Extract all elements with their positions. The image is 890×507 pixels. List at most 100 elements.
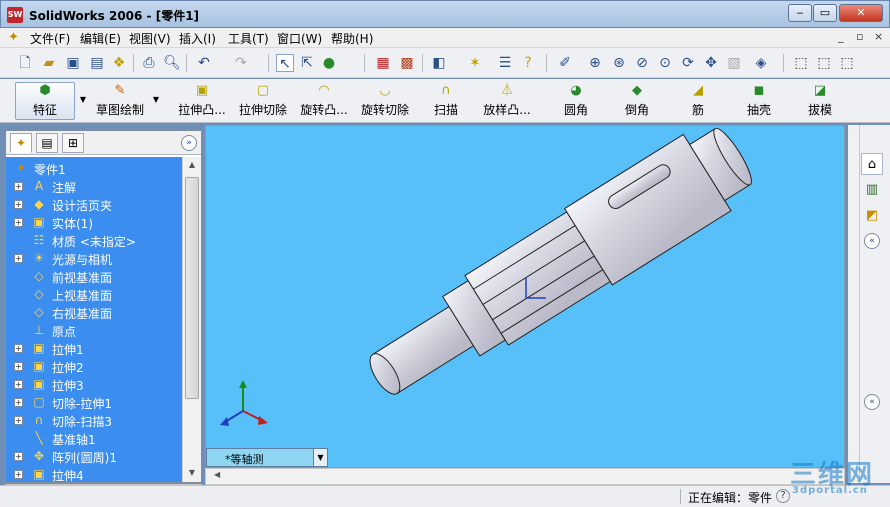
tree-item[interactable]: ◇ 前视基准面: [6, 267, 182, 285]
tree-vertical-scrollbar[interactable]: ▲ ▼: [182, 157, 201, 482]
tree-item[interactable]: + ◆ 设计活页夹: [6, 195, 182, 213]
make-drawing-icon[interactable]: ❖: [110, 54, 128, 72]
menu-tools[interactable]: 工具(T): [228, 30, 269, 47]
tree-item[interactable]: + ✥ 阵列(圆周)1: [6, 447, 182, 465]
expand-icon[interactable]: +: [14, 416, 23, 425]
measure-icon[interactable]: ✶: [466, 54, 484, 72]
expand-pane-icon[interactable]: «: [864, 233, 880, 249]
solidworks-logo-icon[interactable]: ✦: [8, 30, 24, 46]
draft-button[interactable]: ◪ 拔模: [797, 81, 843, 121]
loft-boss-button[interactable]: ⏃ 放样凸...: [480, 81, 534, 121]
tree-item[interactable]: + ▣ 拉伸4: [6, 465, 182, 482]
hidden-lines-icon[interactable]: ⬚: [815, 54, 833, 72]
mdi-close-button[interactable]: ×: [874, 30, 883, 43]
expand-icon[interactable]: +: [14, 254, 23, 263]
pan-icon[interactable]: ✥: [702, 54, 720, 72]
maximize-button[interactable]: ▭: [813, 4, 837, 22]
options-icon[interactable]: ☰: [496, 54, 514, 72]
rebuild-icon[interactable]: ●: [320, 54, 338, 72]
open-icon[interactable]: ▰: [40, 54, 58, 72]
section-view-icon[interactable]: ◧: [430, 54, 448, 72]
print-preview-icon[interactable]: ▤: [88, 54, 106, 72]
expand-icon[interactable]: +: [14, 182, 23, 191]
revolve-boss-button[interactable]: ◠ 旋转凸...: [297, 81, 351, 121]
menu-insert[interactable]: 插入(I): [179, 30, 216, 47]
tree-item[interactable]: + ∩ 切除-扫描3: [6, 411, 182, 429]
tree-item[interactable]: ⊥ 原点: [6, 321, 182, 339]
tree-item[interactable]: + ▣ 实体(1): [6, 213, 182, 231]
configuration-manager-tab-icon[interactable]: ⊞: [62, 133, 84, 153]
extrude-cut-button[interactable]: ▢ 拉伸切除: [236, 81, 290, 121]
3d-drawing-view-icon[interactable]: ▧: [725, 54, 743, 72]
shell-button[interactable]: ◼ 抽壳: [736, 81, 782, 121]
zoom-in-out-icon[interactable]: ⊘: [633, 54, 651, 72]
scroll-thumb[interactable]: [185, 177, 199, 399]
status-help-icon[interactable]: ?: [776, 489, 790, 503]
home-icon[interactable]: ⌂: [861, 153, 883, 175]
print-icon[interactable]: ⎙: [140, 54, 158, 72]
menu-window[interactable]: 窗口(W): [277, 30, 322, 47]
tree-item[interactable]: ◇ 上视基准面: [6, 285, 182, 303]
appearance-icon[interactable]: ✐: [556, 54, 574, 72]
property-manager-tab-icon[interactable]: ▤: [36, 133, 58, 153]
rotate-icon[interactable]: ⟳: [679, 54, 697, 72]
revolve-cut-button[interactable]: ◡ 旋转切除: [358, 81, 412, 121]
chevron-down-icon[interactable]: ▼: [313, 449, 327, 466]
menu-view[interactable]: 视图(V): [129, 30, 171, 47]
tree-item[interactable]: + ▣ 拉伸1: [6, 339, 182, 357]
graphics-horizontal-scrollbar[interactable]: ◀: [205, 468, 845, 485]
fillet-button[interactable]: ◕ 圆角: [553, 81, 599, 121]
view-name-dropdown[interactable]: *等轴测 ▼: [206, 448, 328, 467]
expand-icon[interactable]: +: [14, 452, 23, 461]
view-orientation-icon[interactable]: ◈: [752, 54, 770, 72]
menu-file[interactable]: 文件(F): [30, 30, 70, 47]
collapse-panel-icon[interactable]: »: [181, 135, 197, 151]
zoom-to-fit-icon[interactable]: ⊕: [586, 54, 604, 72]
features-tab-button[interactable]: ⬢ 特征: [15, 81, 75, 121]
minimize-button[interactable]: ‒: [788, 4, 812, 22]
features-tab-dropdown[interactable]: ▼: [77, 81, 89, 121]
expand-icon[interactable]: +: [14, 344, 23, 353]
redo-icon[interactable]: ↷: [232, 54, 250, 72]
feature-tree-tab-icon[interactable]: ✦: [10, 133, 32, 153]
graphics-area[interactable]: [205, 125, 845, 468]
tree-item[interactable]: + ▢ 切除-拉伸1: [6, 393, 182, 411]
expand-pane-bottom-icon[interactable]: «: [864, 394, 880, 410]
tree-item[interactable]: ╲ 基准轴1: [6, 429, 182, 447]
expand-icon[interactable]: +: [14, 470, 23, 479]
extrude-boss-button[interactable]: ▣ 拉伸凸...: [175, 81, 229, 121]
expand-icon[interactable]: +: [14, 362, 23, 371]
file-explorer-icon[interactable]: ◩: [861, 205, 883, 227]
tree-item[interactable]: + ☀ 光源与相机: [6, 249, 182, 267]
menu-edit[interactable]: 编辑(E): [80, 30, 121, 47]
help-icon[interactable]: ?: [519, 54, 537, 72]
part-model[interactable]: [206, 126, 845, 468]
sweep-button[interactable]: ∩ 扫描: [421, 81, 471, 121]
expand-icon[interactable]: +: [14, 200, 23, 209]
texture-icon[interactable]: ▩: [398, 54, 416, 72]
tree-root[interactable]: ✦ 零件1: [6, 159, 182, 177]
preview-icon[interactable]: 🔍︎: [163, 54, 181, 72]
tree-item[interactable]: ☷ 材质 <未指定>: [6, 231, 182, 249]
scroll-left-icon[interactable]: ◀: [214, 470, 220, 479]
sketch-tab-dropdown[interactable]: ▼: [150, 81, 162, 121]
zoom-selection-icon[interactable]: ⊙: [656, 54, 674, 72]
expand-icon[interactable]: +: [14, 380, 23, 389]
tree-item[interactable]: + ▣ 拉伸2: [6, 357, 182, 375]
tree-item[interactable]: + ▣ 拉伸3: [6, 375, 182, 393]
scroll-down-icon[interactable]: ▼: [183, 465, 201, 481]
expand-icon[interactable]: +: [14, 398, 23, 407]
rib-button[interactable]: ◢ 筋: [675, 81, 721, 121]
select-other-icon[interactable]: ⇱: [298, 54, 316, 72]
wireframe-icon[interactable]: ⬚: [838, 54, 856, 72]
tree-item[interactable]: ◇ 右视基准面: [6, 303, 182, 321]
undo-icon[interactable]: ↶: [195, 54, 213, 72]
shaded-with-edges-icon[interactable]: ⬚: [792, 54, 810, 72]
design-library-icon[interactable]: ▥: [861, 179, 883, 201]
task-pane-scrollbar[interactable]: [848, 125, 860, 483]
mdi-restore-button[interactable]: ▫: [856, 30, 863, 43]
close-button[interactable]: ✕: [839, 4, 883, 22]
save-icon[interactable]: ▣: [64, 54, 82, 72]
expand-icon[interactable]: +: [14, 218, 23, 227]
chamfer-button[interactable]: ◆ 倒角: [614, 81, 660, 121]
